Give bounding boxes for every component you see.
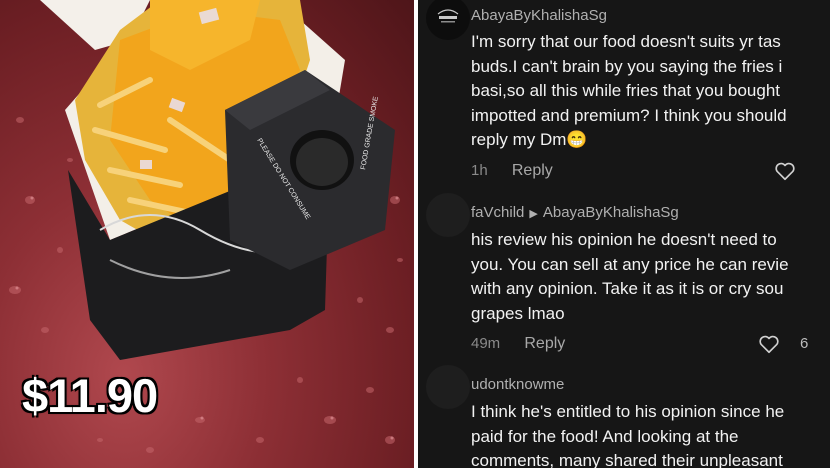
avatar[interactable]	[426, 193, 470, 237]
comment-text: his review his opinion he doesn't need t…	[471, 230, 789, 323]
comment-time: 49m	[471, 335, 501, 352]
comment-username[interactable]: faVchild	[471, 204, 524, 221]
food-photo: PLEASE DO NOT CONSUME FOOD GRADE SMOKE $…	[0, 0, 414, 468]
heart-icon	[775, 162, 795, 181]
comment-text: I'm sorry that our food doesn't suits yr…	[471, 32, 787, 150]
reply-to-username[interactable]: AbayaByKhalishaSg	[543, 204, 679, 221]
brand-logo	[437, 9, 459, 23]
avatar[interactable]	[426, 365, 470, 409]
comment-username[interactable]: udontknowme	[471, 376, 564, 393]
comment-username[interactable]: AbayaByKhalishaSg	[471, 7, 607, 24]
comment-username-row: faVchild ▶ AbayaByKhalishaSg	[471, 204, 679, 221]
reply-arrow-icon: ▶	[529, 208, 538, 220]
comment-meta: 1h Reply	[471, 162, 553, 180]
heart-icon	[759, 335, 779, 354]
like-button[interactable]	[774, 160, 796, 182]
reply-button[interactable]: Reply	[512, 162, 553, 179]
comment-time: 1h	[471, 162, 488, 179]
comment-text: I think he's entitled to his opinion sin…	[471, 402, 785, 468]
like-button[interactable]	[758, 333, 780, 355]
reply-button[interactable]: Reply	[524, 335, 565, 352]
comment-meta: 49m Reply	[471, 335, 565, 353]
comments-panel: AbayaByKhalishaSg I'm sorry that our foo…	[418, 0, 830, 468]
like-count: 6	[800, 335, 809, 352]
avatar[interactable]	[426, 0, 470, 40]
price-label: $11.90	[22, 369, 158, 422]
